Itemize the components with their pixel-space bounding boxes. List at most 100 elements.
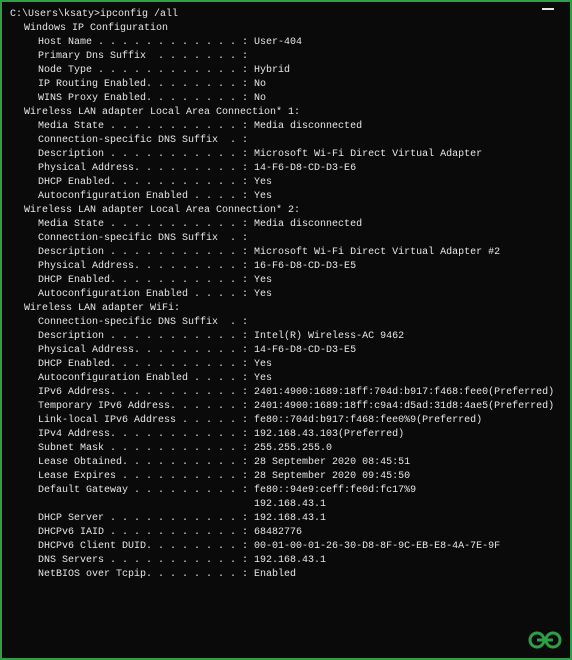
row-value: Yes	[254, 275, 272, 286]
adapter-row: Physical Address. . . . . . . . . : 14-F…	[10, 162, 562, 176]
row-label: WINS Proxy Enabled. . . . . . . . :	[38, 93, 254, 104]
row-label: IPv4 Address. . . . . . . . . . . :	[38, 429, 254, 440]
row-label: Connection-specific DNS Suffix . :	[38, 135, 254, 146]
row-value: 16-F6-D8-CD-D3-E5	[254, 261, 356, 272]
row-value: fe80::94e9:ceff:fe0d:fc17%9	[254, 485, 416, 496]
adapter-row: Subnet Mask . . . . . . . . . . . : 255.…	[10, 442, 562, 456]
row-label: Description . . . . . . . . . . . :	[38, 247, 254, 258]
host-info-row: WINS Proxy Enabled. . . . . . . . : No	[10, 92, 562, 106]
row-value: Microsoft Wi-Fi Direct Virtual Adapter	[254, 149, 482, 160]
prompt-line: C:\Users\ksaty>ipconfig /all	[10, 8, 562, 22]
row-value: 00-01-00-01-26-30-D8-8F-9C-EB-E8-4A-7E-9…	[254, 541, 500, 552]
row-label: Media State . . . . . . . . . . . :	[38, 219, 254, 230]
adapter-row: Connection-specific DNS Suffix . :	[10, 232, 562, 246]
row-label: Lease Obtained. . . . . . . . . . :	[38, 457, 254, 468]
row-value: 28 September 2020 09:45:50	[254, 471, 410, 482]
adapter-row: Default Gateway . . . . . . . . . : fe80…	[10, 484, 562, 498]
adapter-row: Autoconfiguration Enabled . . . . : Yes	[10, 372, 562, 386]
row-value: Media disconnected	[254, 121, 362, 132]
row-label: Node Type . . . . . . . . . . . . :	[38, 65, 254, 76]
row-label: Connection-specific DNS Suffix . :	[38, 233, 254, 244]
row-label: Link-local IPv6 Address . . . . . :	[38, 415, 254, 426]
gfg-logo-icon	[528, 630, 562, 650]
row-value: 255.255.255.0	[254, 443, 332, 454]
adapter-title: Wireless LAN adapter Local Area Connecti…	[10, 204, 562, 218]
row-value: Enabled	[254, 569, 296, 580]
row-value: Yes	[254, 289, 272, 300]
row-label: DHCP Enabled. . . . . . . . . . . :	[38, 359, 254, 370]
terminal-output: C:\Users\ksaty>ipconfig /allWindows IP C…	[2, 8, 570, 582]
row-label: DHCP Enabled. . . . . . . . . . . :	[38, 275, 254, 286]
row-label: NetBIOS over Tcpip. . . . . . . . :	[38, 569, 254, 580]
row-label: Subnet Mask . . . . . . . . . . . :	[38, 443, 254, 454]
adapter-title: Wireless LAN adapter WiFi:	[10, 302, 562, 316]
minimize-icon[interactable]	[542, 8, 554, 10]
adapter-row: Lease Expires . . . . . . . . . . : 28 S…	[10, 470, 562, 484]
adapter-row: IPv4 Address. . . . . . . . . . . : 192.…	[10, 428, 562, 442]
command-text: ipconfig /all	[100, 9, 178, 20]
row-label: DHCPv6 Client DUID. . . . . . . . :	[38, 541, 254, 552]
row-value: 14-F6-D8-CD-D3-E5	[254, 345, 356, 356]
adapter-row: IPv6 Address. . . . . . . . . . . : 2401…	[10, 386, 562, 400]
row-label: Physical Address. . . . . . . . . :	[38, 345, 254, 356]
adapter-row: Physical Address. . . . . . . . . : 14-F…	[10, 344, 562, 358]
adapter-row: Description . . . . . . . . . . . : Micr…	[10, 246, 562, 260]
row-label: DHCP Enabled. . . . . . . . . . . :	[38, 177, 254, 188]
adapter-row: Link-local IPv6 Address . . . . . : fe80…	[10, 414, 562, 428]
row-value: Hybrid	[254, 65, 290, 76]
row-value: 68482776	[254, 527, 302, 538]
row-value: 192.168.43.103(Preferred)	[254, 429, 404, 440]
row-label: Lease Expires . . . . . . . . . . :	[38, 471, 254, 482]
row-label: Primary Dns Suffix . . . . . . . :	[38, 51, 254, 62]
adapter-row: Autoconfiguration Enabled . . . . : Yes	[10, 190, 562, 204]
adapter-row: Media State . . . . . . . . . . . : Medi…	[10, 120, 562, 134]
adapter-row: 192.168.43.1	[10, 498, 562, 512]
adapter-row: DNS Servers . . . . . . . . . . . : 192.…	[10, 554, 562, 568]
row-value: User-404	[254, 37, 302, 48]
row-value: No	[254, 79, 266, 90]
adapter-row: NetBIOS over Tcpip. . . . . . . . : Enab…	[10, 568, 562, 582]
row-value: Yes	[254, 177, 272, 188]
row-value: Media disconnected	[254, 219, 362, 230]
row-value: Intel(R) Wireless-AC 9462	[254, 331, 404, 342]
host-info-row: Node Type . . . . . . . . . . . . : Hybr…	[10, 64, 562, 78]
row-value: 14-F6-D8-CD-D3-E6	[254, 163, 356, 174]
host-info-row: IP Routing Enabled. . . . . . . . : No	[10, 78, 562, 92]
row-label: Autoconfiguration Enabled . . . . :	[38, 191, 254, 202]
section-header: Windows IP Configuration	[10, 22, 562, 36]
row-value: 2401:4900:1689:18ff:c9a4:d5ad:31d8:4ae5(…	[254, 401, 554, 412]
host-info-row: Primary Dns Suffix . . . . . . . :	[10, 50, 562, 64]
prompt: C:\Users\ksaty>	[10, 9, 100, 20]
row-value: No	[254, 93, 266, 104]
row-label: Media State . . . . . . . . . . . :	[38, 121, 254, 132]
adapter-row: DHCP Enabled. . . . . . . . . . . : Yes	[10, 358, 562, 372]
adapter-row: Autoconfiguration Enabled . . . . : Yes	[10, 288, 562, 302]
row-label: Temporary IPv6 Address. . . . . . :	[38, 401, 254, 412]
adapter-row: DHCP Server . . . . . . . . . . . : 192.…	[10, 512, 562, 526]
row-label: Autoconfiguration Enabled . . . . :	[38, 289, 254, 300]
row-label	[38, 499, 254, 510]
row-label: Physical Address. . . . . . . . . :	[38, 261, 254, 272]
terminal-window: C:\Users\ksaty>ipconfig /allWindows IP C…	[0, 0, 572, 660]
row-value: Microsoft Wi-Fi Direct Virtual Adapter #…	[254, 247, 500, 258]
adapter-title: Wireless LAN adapter Local Area Connecti…	[10, 106, 562, 120]
row-label: Default Gateway . . . . . . . . . :	[38, 485, 254, 496]
adapter-row: Physical Address. . . . . . . . . : 16-F…	[10, 260, 562, 274]
row-label: Host Name . . . . . . . . . . . . :	[38, 37, 254, 48]
row-label: Physical Address. . . . . . . . . :	[38, 163, 254, 174]
row-label: DHCP Server . . . . . . . . . . . :	[38, 513, 254, 524]
row-value: 192.168.43.1	[254, 555, 326, 566]
row-label: Autoconfiguration Enabled . . . . :	[38, 373, 254, 384]
row-label: Description . . . . . . . . . . . :	[38, 331, 254, 342]
adapter-row: Connection-specific DNS Suffix . :	[10, 134, 562, 148]
row-value: Yes	[254, 191, 272, 202]
row-value: 192.168.43.1	[254, 499, 326, 510]
host-info-row: Host Name . . . . . . . . . . . . : User…	[10, 36, 562, 50]
row-value: Yes	[254, 359, 272, 370]
row-label: IPv6 Address. . . . . . . . . . . :	[38, 387, 254, 398]
adapter-row: DHCPv6 Client DUID. . . . . . . . : 00-0…	[10, 540, 562, 554]
row-label: Connection-specific DNS Suffix . :	[38, 317, 254, 328]
row-value: Yes	[254, 373, 272, 384]
row-label: DNS Servers . . . . . . . . . . . :	[38, 555, 254, 566]
adapter-row: Lease Obtained. . . . . . . . . . : 28 S…	[10, 456, 562, 470]
